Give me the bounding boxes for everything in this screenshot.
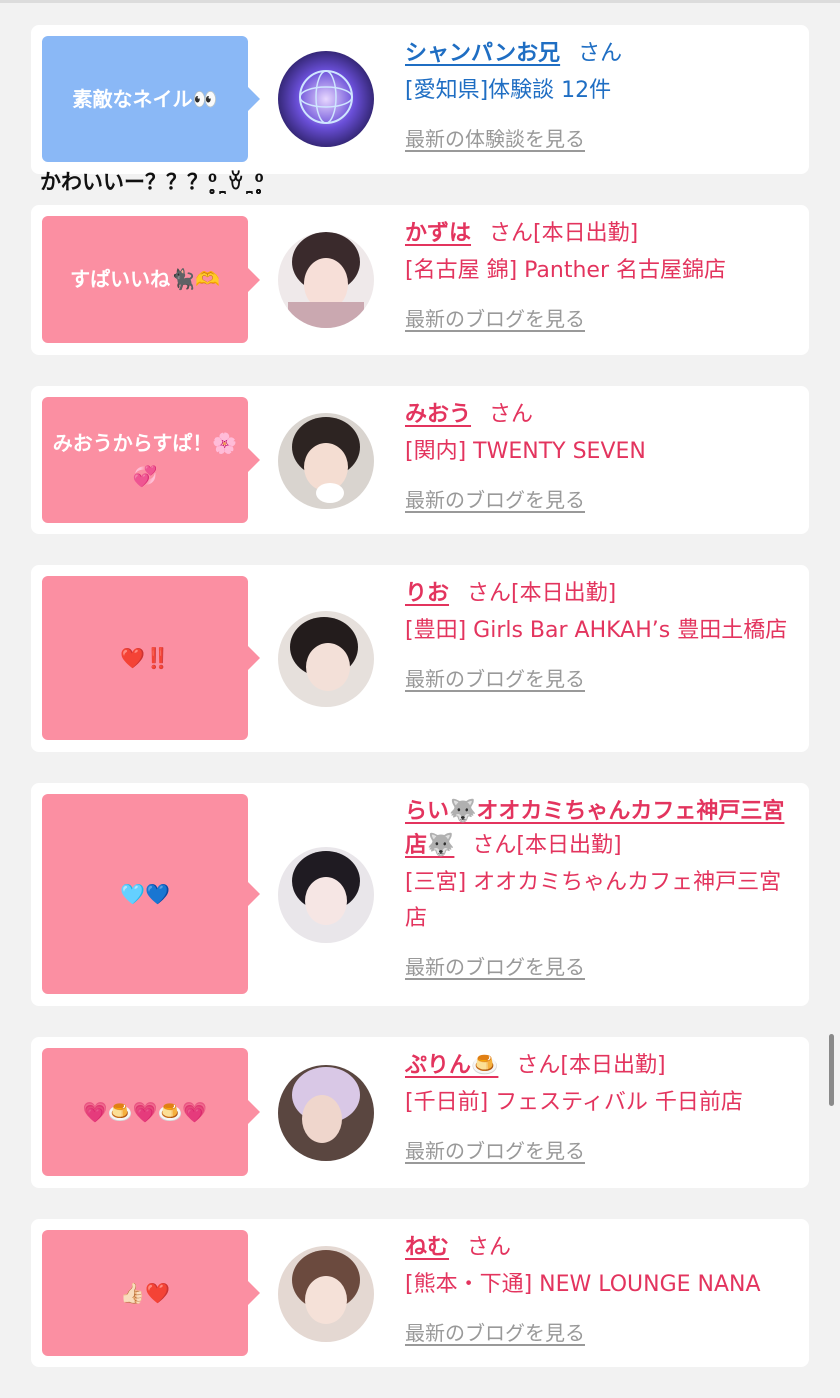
latest-review-link[interactable]: 最新の体験談を見る <box>405 123 585 152</box>
reviewer-info: かずは さん[本日出勤] [名古屋 錦] Panther 名古屋錦店 最新のブログ… <box>405 217 797 332</box>
comment-text: みおうからすぱ！🌸💞 <box>52 431 238 488</box>
comment-text: ❤️‼️ <box>120 645 170 670</box>
avatar[interactable] <box>278 413 374 509</box>
attendance-status: [本日出勤] <box>560 1053 666 1078</box>
avatar-image <box>278 413 374 509</box>
avatar[interactable] <box>278 51 374 147</box>
reviewer-info: りお さん[本日出勤] [豊田] Girls Bar AHKAH’s 豊田土橋店 … <box>405 577 797 692</box>
honorific: さん <box>516 1053 561 1078</box>
latest-blog-link[interactable]: 最新のブログを見る <box>405 484 585 513</box>
latest-blog-link[interactable]: 最新のブログを見る <box>405 303 585 332</box>
comment-bubble: 👍🏻❤️ <box>42 1230 260 1356</box>
shop-info: [愛知県]体験談 12件 <box>405 78 612 103</box>
honorific: さん <box>578 41 623 66</box>
shop-info: [三宮] オオカミちゃんカフェ神戸三宮店 <box>405 870 782 931</box>
attendance-status: [本日出勤] <box>511 581 617 606</box>
avatar-image <box>278 232 374 328</box>
cast-name-link[interactable]: りお <box>405 581 449 606</box>
latest-blog-link[interactable]: 最新のブログを見る <box>405 951 585 980</box>
avatar-image <box>278 611 374 707</box>
cast-name-link[interactable]: ぷりん🍮 <box>405 1053 498 1078</box>
cast-name-link[interactable]: ねむ <box>405 1235 449 1260</box>
avatar-image <box>278 847 374 943</box>
comment-caption: かわいいー？？？⁰̥̥̥̥̥̥̥̥̥̥ˍ̯ꈊˍ̯⁰̥̥̥̥̥̥̥̥̥̥ <box>40 170 264 194</box>
comment-bubble: みおうからすぱ！🌸💞 <box>42 397 260 523</box>
attendance-status: [本日出勤] <box>533 221 639 246</box>
list-item: 素敵なネイル👀 シャンパンお兄 さん [愛知県]体験談 12件 最新の体験談を見る <box>31 25 809 174</box>
reviewer-info: シャンパンお兄 さん [愛知県]体験談 12件 最新の体験談を見る <box>405 37 797 152</box>
avatar[interactable] <box>278 1246 374 1342</box>
avatar-image <box>278 1065 374 1161</box>
comment-bubble: すぱいいね🐈‍⬛🫶 <box>42 216 260 343</box>
avatar[interactable] <box>278 611 374 707</box>
latest-blog-link[interactable]: 最新のブログを見る <box>405 663 585 692</box>
comment-text: 🩵💙 <box>120 881 170 906</box>
honorific: さん <box>489 402 534 427</box>
list-item: すぱいいね🐈‍⬛🫶 かずは さん[本日出勤] [名古屋 錦] Panther 名古… <box>31 205 809 355</box>
avatar-image <box>278 1246 374 1342</box>
cast-name-link[interactable]: かずは <box>405 221 471 246</box>
reviewer-info: ぷりん🍮 さん[本日出勤] [千日前] フェスティバル 千日前店 最新のブログを見… <box>405 1049 797 1164</box>
comment-text: 👍🏻❤️ <box>120 1280 170 1305</box>
shop-info: [豊田] Girls Bar AHKAH’s 豊田土橋店 <box>405 618 788 643</box>
reviewer-name-link[interactable]: シャンパンお兄 <box>405 41 560 66</box>
comment-text: すぱいいね🐈‍⬛🫶 <box>70 267 220 291</box>
reviewer-info: らい🐺オオカミちゃんカフェ神戸三宮店🐺 さん[本日出勤] [三宮] オオカミちゃん… <box>405 795 797 980</box>
honorific: さん <box>467 581 512 606</box>
list-item: みおうからすぱ！🌸💞 みおう さん [関内] TWENTY SEVEN 最新のブロ… <box>31 386 809 534</box>
latest-blog-link[interactable]: 最新のブログを見る <box>405 1317 585 1346</box>
latest-blog-link[interactable]: 最新のブログを見る <box>405 1135 585 1164</box>
list-item: 🩵💙 らい🐺オオカミちゃんカフェ神戸三宮店🐺 さん[本日出勤] [三宮] オオカミ… <box>31 783 809 1006</box>
comment-bubble: 素敵なネイル👀 <box>42 36 260 162</box>
scrollbar[interactable] <box>829 1034 834 1106</box>
shop-info: [名古屋 錦] Panther 名古屋錦店 <box>405 258 726 283</box>
attendance-status: [本日出勤] <box>516 833 622 858</box>
comment-text: 素敵なネイル👀 <box>72 86 218 111</box>
avatar[interactable] <box>278 232 374 328</box>
comment-bubble: ❤️‼️ <box>42 576 260 740</box>
reviewer-info: ねむ さん [熊本・下通] NEW LOUNGE NANA 最新のブログを見る <box>405 1231 797 1346</box>
shop-info: [熊本・下通] NEW LOUNGE NANA <box>405 1272 761 1297</box>
top-divider <box>0 0 840 3</box>
comment-bubble: 💗🍮💗🍮💗 <box>42 1048 260 1176</box>
honorific: さん <box>472 833 517 858</box>
comment-bubble: 🩵💙 <box>42 794 260 994</box>
avatar-image <box>278 51 374 147</box>
comment-text: 💗🍮💗🍮💗 <box>82 1099 208 1124</box>
shop-info: [千日前] フェスティバル 千日前店 <box>405 1090 743 1115</box>
honorific: さん <box>467 1235 512 1260</box>
avatar[interactable] <box>278 1065 374 1161</box>
avatar[interactable] <box>278 847 374 943</box>
list-item: ❤️‼️ りお さん[本日出勤] [豊田] Girls Bar AHKAH’s 豊… <box>31 565 809 752</box>
reviewer-info: みおう さん [関内] TWENTY SEVEN 最新のブログを見る <box>405 398 797 513</box>
honorific: さん <box>489 221 534 246</box>
cast-name-link[interactable]: みおう <box>405 402 471 427</box>
list-item: 👍🏻❤️ ねむ さん [熊本・下通] NEW LOUNGE NANA 最新のブログ… <box>31 1219 809 1367</box>
shop-info: [関内] TWENTY SEVEN <box>405 439 646 464</box>
list-item: 💗🍮💗🍮💗 ぷりん🍮 さん[本日出勤] [千日前] フェスティバル 千日前店 最新… <box>31 1037 809 1188</box>
